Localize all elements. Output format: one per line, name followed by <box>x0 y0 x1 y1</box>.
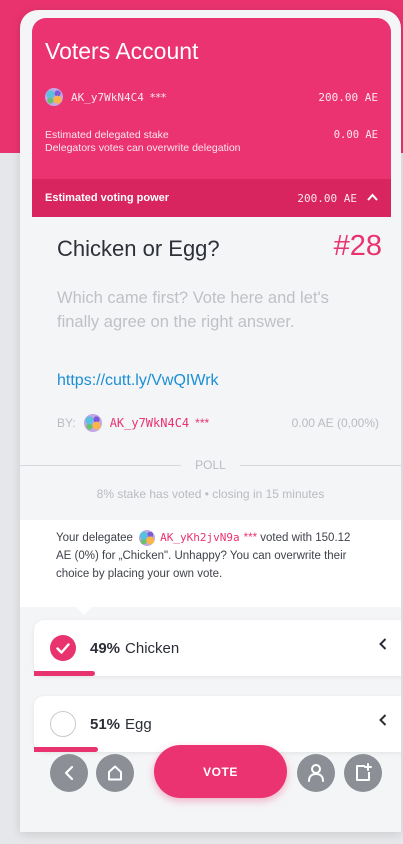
identicon-avatar <box>83 414 102 432</box>
estimated-stake-note: Delegators votes can overwrite delegatio… <box>45 142 241 154</box>
option-share-bar <box>34 671 96 676</box>
poll-description: Which came first? Vote here and let's fi… <box>57 289 329 331</box>
delegate-prefix: Your delegatee <box>56 532 133 544</box>
identicon-avatar <box>45 88 63 106</box>
address-truncation: *** <box>195 416 210 430</box>
delegatee-note: Your delegatee AK_yKh2jvN9a *** voted wit… <box>20 520 401 607</box>
home-button[interactable] <box>96 754 134 792</box>
note-pointer <box>76 607 92 615</box>
create-poll-button[interactable] <box>344 754 382 792</box>
identicon-avatar <box>139 529 156 546</box>
address-truncation: *** <box>149 90 167 104</box>
estimated-stake-label: Estimated delegated stake <box>45 129 169 141</box>
divider-line <box>239 464 401 466</box>
option-percent: 49% <box>90 639 121 657</box>
back-button[interactable] <box>50 754 88 792</box>
poll-section-label: POLL <box>195 458 226 472</box>
poll-section-divider: POLL <box>20 458 401 472</box>
voting-power-amount: 200.00 AE <box>297 191 357 205</box>
estimated-stake-row: Estimated delegated stake Delegators vot… <box>45 129 378 155</box>
poll-option-chicken[interactable]: 49% Chicken <box>34 620 401 676</box>
poll-title: Chicken or Egg? <box>57 236 220 261</box>
chevron-up-icon[interactable] <box>367 192 378 204</box>
user-icon <box>308 764 324 782</box>
by-label: BY: <box>57 416 76 430</box>
voting-power-bar[interactable]: Estimated voting power 200.00 AE <box>32 179 391 217</box>
delegatee-address[interactable]: AK_yKh2jvN9a <box>160 531 239 544</box>
estimated-stake-amount: 0.00 AE <box>333 129 378 141</box>
poll-option-egg[interactable]: 51% Egg <box>34 696 401 752</box>
option-percent: 51% <box>90 715 121 733</box>
poll-author-stake: 0.00 AE (0,00%) <box>291 416 379 430</box>
option-label: Chicken <box>125 639 180 657</box>
voting-power-label: Estimated voting power <box>45 192 170 204</box>
poll-card: Voters Account AK_y7WkN4C4 *** 200.00 AE… <box>20 10 401 832</box>
account-address: AK_y7WkN4C4 <box>71 90 144 104</box>
vote-button[interactable]: VOTE <box>154 745 287 798</box>
radio-button[interactable] <box>50 711 76 737</box>
poll-id: #28 <box>333 230 382 262</box>
checkmark-icon[interactable] <box>50 635 76 661</box>
chevron-left-icon[interactable] <box>379 713 387 731</box>
poll-author-address[interactable]: AK_y7WkN4C4 <box>110 416 189 430</box>
add-document-icon <box>356 763 372 781</box>
voters-account-panel: Voters Account AK_y7WkN4C4 *** 200.00 AE… <box>32 18 391 217</box>
divider-line <box>20 464 182 466</box>
account-title: Voters Account <box>45 38 199 64</box>
arrow-left-icon <box>64 765 74 781</box>
option-share-bar <box>34 747 98 752</box>
address-truncation: *** <box>243 532 258 544</box>
account-address-row[interactable]: AK_y7WkN4C4 *** 200.00 AE <box>45 88 378 106</box>
option-label: Egg <box>125 715 152 733</box>
delegate-voted-with: voted with <box>260 532 313 544</box>
poll-status: 8% stake has voted • closing in 15 minut… <box>96 487 325 501</box>
account-balance: 200.00 AE <box>318 90 378 104</box>
poll-author-row: BY: AK_y7WkN4C4 *** 0.00 AE (0,00%) <box>57 414 379 432</box>
profile-button[interactable] <box>297 754 335 792</box>
chevron-left-icon[interactable] <box>379 637 387 655</box>
home-icon <box>108 765 122 781</box>
poll-link[interactable]: https://cutt.ly/VwQIWrk <box>57 372 219 390</box>
